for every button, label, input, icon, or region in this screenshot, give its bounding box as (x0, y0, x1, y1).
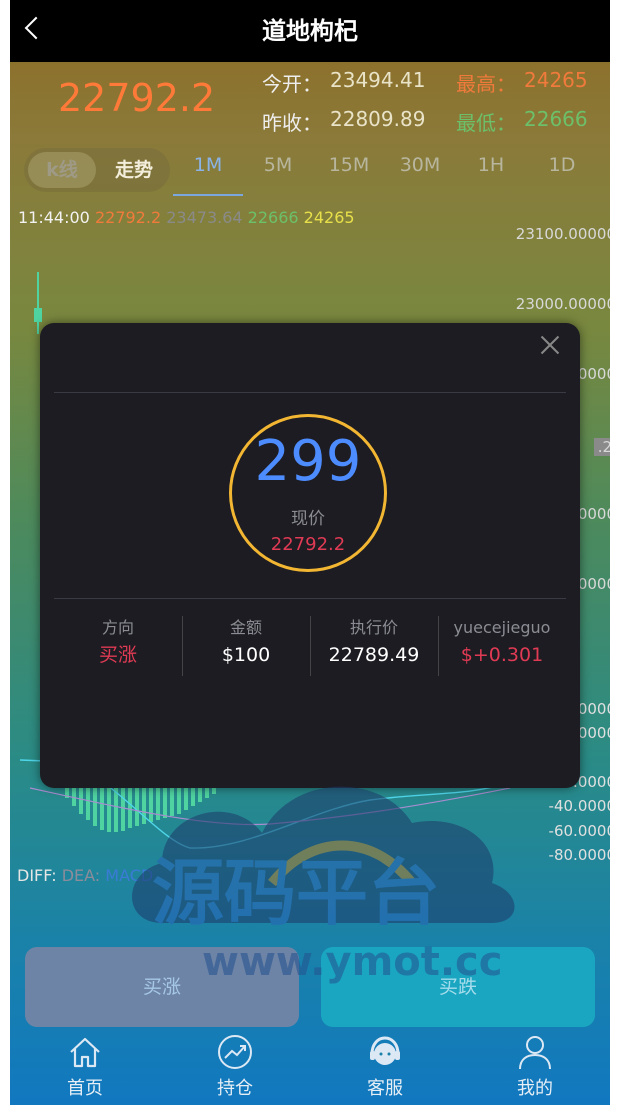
chart-value-close: 22792.2 (94, 208, 162, 227)
user-icon (519, 1036, 551, 1070)
home-icon (70, 1037, 100, 1068)
detail-value: $100 (221, 644, 271, 666)
chart-trend-icon (218, 1035, 252, 1069)
active-tab-indicator (173, 194, 243, 196)
page-title: 道地枸杞 (262, 17, 358, 45)
chart-info-line: 11:44:00 22792.2 23473.64 22666 24265 (18, 208, 355, 227)
nav-item-home[interactable]: 首页 (40, 1032, 130, 1100)
candle-wick (37, 272, 39, 334)
high-label: 最高： (456, 72, 516, 96)
detail-header: 方向 (101, 618, 134, 637)
detail-strike-price: 执行价 22789.49 (310, 616, 438, 676)
low-label: 最低： (456, 111, 516, 135)
tab-kline[interactable]: k线 (28, 152, 96, 188)
detail-amount: 金额 $100 (182, 616, 310, 676)
header-bar: 道地枸杞 (10, 0, 610, 62)
price-axis-current: .2 (593, 438, 610, 456)
detail-header: 执行价 (349, 618, 398, 637)
nav-label: 持仓 (217, 1078, 253, 1099)
high-value: 24265 (524, 68, 588, 92)
chart-mode-switch: k线 走势 (24, 148, 170, 192)
current-price-label: 现价 (291, 509, 325, 529)
nav-label: 客服 (367, 1078, 403, 1099)
detail-value: 22789.49 (328, 644, 420, 666)
macd-diff-label: DIFF: (17, 866, 57, 885)
price-axis-label: 23000.00000 (515, 295, 610, 313)
tab-interval-15m[interactable]: 15M (314, 154, 384, 176)
bottom-nav: 首页 持仓 客服 我的 (10, 1030, 610, 1105)
detail-value: $+0.301 (460, 644, 544, 666)
headset-icon (370, 1036, 400, 1065)
tab-trend[interactable]: 走势 (100, 152, 168, 188)
chart-tabs: k线 走势 1M 5M 15M 30M 1H 1D (10, 146, 610, 198)
nav-item-positions[interactable]: 持仓 (190, 1032, 280, 1100)
tab-interval-1h[interactable]: 1H (456, 154, 526, 176)
chart-time: 11:44:00 (18, 208, 90, 227)
tab-interval-1d[interactable]: 1D (527, 154, 597, 176)
nav-label: 我的 (517, 1078, 553, 1099)
macd-dea-label: DEA: (61, 866, 101, 885)
low-value: 22666 (524, 107, 588, 131)
order-result-dialog: 源码平台 www.ymot.cc 299 现价 22792.2 方向 买涨 金额… (40, 323, 580, 985)
macd-axis-label: -40.0000 (548, 797, 610, 815)
detail-header: yuecejieguo (453, 618, 551, 637)
detail-result: yuecejieguo $+0.301 (438, 616, 566, 676)
current-price-value: 22792.2 (270, 534, 346, 555)
chart-value-ma: 23473.64 (166, 208, 243, 227)
macd-axis-label: -80.0000 (548, 846, 610, 864)
countdown-number: 299 (254, 429, 362, 494)
price-axis-label: 23100.00000 (515, 225, 610, 243)
open-value: 23494.41 (330, 68, 426, 92)
close-icon[interactable] (540, 335, 560, 355)
order-details: 方向 买涨 金额 $100 执行价 22789.49 yuecejieguo $… (54, 616, 566, 676)
watermark-logo: 源码平台 www.ymot.cc (132, 786, 515, 985)
detail-header: 金额 (229, 618, 262, 637)
tab-interval-30m[interactable]: 30M (385, 154, 455, 176)
current-price: 22792.2 (58, 76, 216, 120)
chart-value-high: 24265 (303, 208, 355, 227)
open-label: 今开： (262, 72, 322, 96)
watermark-text: 源码平台 (152, 851, 440, 935)
divider (54, 392, 566, 393)
prev-close-label: 昨收： (262, 111, 322, 135)
chart-value-low: 22666 (247, 208, 299, 227)
tab-interval-5m[interactable]: 5M (243, 154, 313, 176)
watermark-url: www.ymot.cc (202, 939, 502, 985)
nav-item-service[interactable]: 客服 (340, 1032, 430, 1100)
candle-body (34, 308, 42, 322)
nav-label: 首页 (67, 1078, 103, 1099)
nav-item-profile[interactable]: 我的 (490, 1032, 580, 1100)
detail-value: 买涨 (98, 644, 137, 666)
prev-close-value: 22809.89 (330, 107, 426, 131)
macd-axis-label: -60.0000 (548, 822, 610, 840)
detail-direction: 方向 买涨 (54, 616, 182, 676)
app-frame: 道地枸杞 22792.2 今开： 23494.41 最高： 24265 昨收： … (10, 0, 610, 1105)
divider (54, 598, 566, 599)
tab-interval-1m[interactable]: 1M (173, 154, 243, 176)
